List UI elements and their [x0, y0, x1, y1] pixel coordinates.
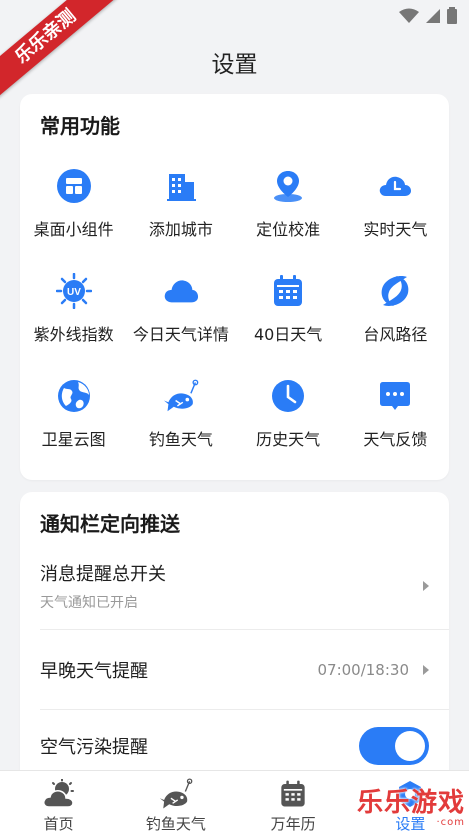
page-title: 设置: [211, 52, 258, 78]
feature-feedback[interactable]: 天气反馈: [342, 366, 449, 471]
feature-widget[interactable]: 桌面小组件: [20, 156, 127, 261]
typhoon-icon: [381, 276, 409, 306]
watermark-main: 乐乐游戏: [356, 788, 465, 818]
building-icon: [166, 174, 196, 201]
notify-title: 通知栏定向推送: [40, 512, 180, 536]
features-title: 常用功能: [40, 114, 120, 138]
feature-satellite[interactable]: 卫星云图: [20, 366, 127, 471]
feature-history[interactable]: 历史天气: [235, 366, 342, 471]
daily-reminder-title: 早晚天气提醒: [40, 660, 148, 682]
feature-label: 定位校准: [256, 220, 321, 239]
feature-label: 卫星云图: [41, 430, 106, 449]
feature-today[interactable]: 今日天气详情: [127, 261, 234, 366]
tab-calendar[interactable]: 万年历: [235, 771, 352, 835]
feature-label: 台风路径: [363, 325, 428, 344]
wifi-icon: [399, 8, 419, 23]
location-pin-icon: [274, 171, 303, 202]
title-bar: 设置: [0, 30, 469, 94]
feature-location[interactable]: 定位校准: [235, 156, 342, 261]
chevron-right-icon: [423, 664, 429, 675]
battery-icon: [447, 7, 457, 24]
feature-label: 钓鱼天气: [148, 430, 213, 449]
daily-reminder-time: 07:00/18:30: [317, 660, 409, 679]
calendar-tab-icon: [281, 780, 305, 807]
widget-icon: [56, 169, 91, 203]
air-pollution-toggle[interactable]: [359, 727, 429, 765]
master-switch-title: 消息提醒总开关: [40, 564, 166, 585]
feature-label: 天气反馈: [363, 430, 428, 449]
clock-icon: [272, 380, 305, 412]
uv-sun-icon: UV: [55, 273, 92, 309]
fish-tab-icon: [159, 778, 193, 809]
feature-fishing[interactable]: 钓鱼天气: [127, 366, 234, 471]
svg-text:UV: UV: [67, 287, 81, 298]
fish-icon: [163, 379, 199, 412]
feature-label: 桌面小组件: [33, 220, 114, 239]
daily-reminder-row[interactable]: 早晚天气提醒 07:00/18:30: [40, 630, 449, 710]
chevron-right-icon: [423, 580, 429, 591]
watermark-sub: ·com: [436, 817, 465, 828]
feature-add-city[interactable]: 添加城市: [127, 156, 234, 261]
weather-home-icon: [42, 779, 74, 808]
feature-label: 紫外线指数: [33, 325, 114, 344]
cloud-clock-icon: [380, 176, 412, 196]
feature-label: 添加城市: [148, 220, 213, 239]
tab-label: 首页: [43, 815, 74, 833]
calendar-icon: [274, 275, 303, 306]
feature-label: 实时天气: [363, 220, 428, 239]
chat-bubble-icon: [380, 382, 411, 410]
globe-icon: [57, 380, 90, 412]
features-card: 常用功能 桌面小组件 添加城市 定位校准 实时天气 UV 紫外线指数 今日天气详…: [20, 94, 449, 480]
feature-realtime[interactable]: 实时天气: [342, 156, 449, 261]
tab-fishing[interactable]: 钓鱼天气: [117, 771, 234, 835]
signal-icon: [426, 8, 440, 23]
site-watermark: 乐乐游戏 ·com: [351, 786, 469, 832]
feature-label: 40日天气: [253, 325, 323, 344]
master-switch-subtitle: 天气通知已开启: [40, 595, 138, 611]
notify-card: 通知栏定向推送 消息提醒总开关 天气通知已开启 早晚天气提醒 07:00/18:…: [20, 492, 449, 792]
feature-uv[interactable]: UV 紫外线指数: [20, 261, 127, 366]
feature-40day[interactable]: 40日天气: [235, 261, 342, 366]
feature-typhoon[interactable]: 台风路径: [342, 261, 449, 366]
toggle-knob: [395, 731, 425, 761]
features-grid: 桌面小组件 添加城市 定位校准 实时天气 UV 紫外线指数 今日天气详情 40日…: [20, 156, 449, 471]
cloud-icon: [164, 280, 198, 303]
tab-home[interactable]: 首页: [0, 771, 117, 835]
feature-label: 历史天气: [256, 430, 321, 449]
feature-label: 今日天气详情: [132, 325, 229, 344]
master-switch-row[interactable]: 消息提醒总开关 天气通知已开启: [40, 542, 449, 630]
tab-label: 钓鱼天气: [145, 815, 206, 833]
tab-label: 万年历: [270, 815, 316, 833]
air-pollution-title: 空气污染提醒: [40, 737, 148, 758]
